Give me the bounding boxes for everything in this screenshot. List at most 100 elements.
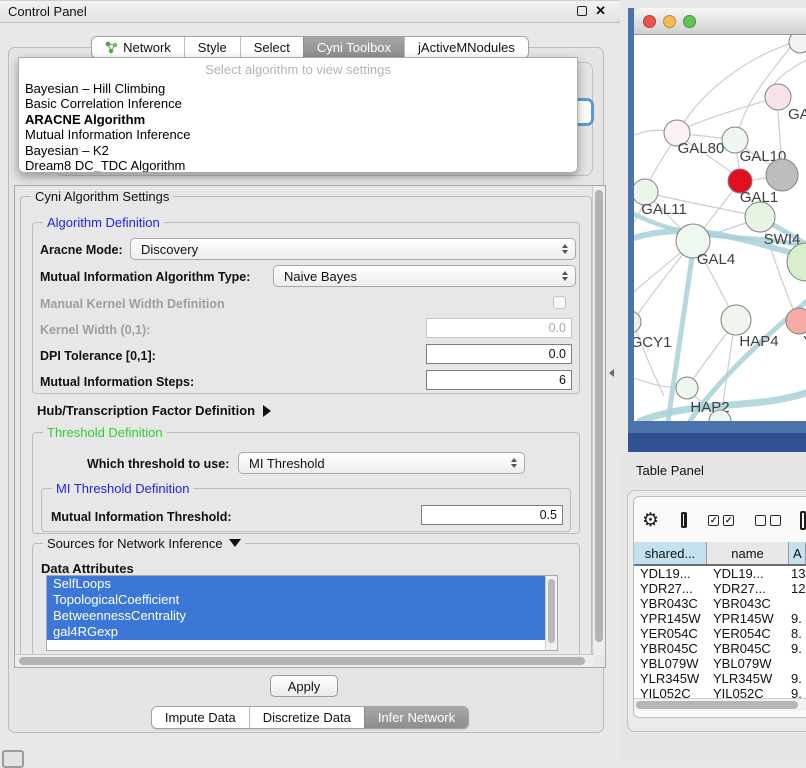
node-label: GAL11 bbox=[641, 201, 687, 218]
tab-select[interactable]: Select bbox=[240, 37, 303, 58]
node-table[interactable]: shared...nameA YDL19...YDL19...13YDR27..… bbox=[634, 542, 806, 698]
table-cell bbox=[789, 656, 806, 671]
tab-network[interactable]: Network bbox=[92, 37, 184, 58]
settings-vertical-scrollbar[interactable] bbox=[592, 186, 605, 655]
network-node-y[interactable] bbox=[786, 308, 806, 334]
close-window-icon[interactable] bbox=[643, 15, 656, 28]
dropdown-item[interactable]: Dream8 DC_TDC Algorithm bbox=[19, 158, 577, 173]
table-cell: 13 bbox=[789, 566, 806, 581]
float-panel-icon[interactable] bbox=[577, 6, 587, 16]
network-node[interactable] bbox=[766, 159, 798, 191]
mi-steps-input[interactable]: 6 bbox=[426, 370, 572, 390]
list-scrollbar[interactable] bbox=[545, 576, 557, 650]
dropdown-item-list: Bayesian – Hill ClimbingBasic Correlatio… bbox=[19, 81, 577, 173]
group-title: Algorithm Definition bbox=[43, 215, 164, 230]
dropdown-item[interactable]: Bayesian – Hill Climbing bbox=[19, 81, 577, 96]
table-cell: YIL052C bbox=[634, 686, 707, 698]
gear-icon[interactable]: ⚙ bbox=[642, 509, 659, 532]
combo-arrows-icon bbox=[562, 244, 568, 254]
data-attributes-list[interactable]: SelfLoopsTopologicalCoefficientBetweenne… bbox=[46, 575, 558, 651]
manual-kernel-label: Manual Kernel Width Definition bbox=[40, 297, 225, 311]
table-row[interactable]: YBR043CYBR043C bbox=[634, 596, 806, 611]
table-cell: YER054C bbox=[707, 626, 789, 641]
aracne-mode-select[interactable]: Discovery bbox=[130, 238, 576, 260]
document-icon[interactable] bbox=[800, 511, 806, 530]
table-row[interactable]: YLR345WYLR345W9. bbox=[634, 671, 806, 686]
dropdown-item[interactable]: Basic Correlation Inference bbox=[19, 96, 577, 111]
collapsed-arrow-icon bbox=[263, 405, 271, 417]
tab-discretize-data[interactable]: Discretize Data bbox=[249, 707, 364, 728]
dropdown-item[interactable]: Bayesian – K2 bbox=[19, 143, 577, 158]
data-attributes-label: Data Attributes bbox=[41, 561, 134, 576]
network-node-gcy1[interactable] bbox=[634, 311, 641, 333]
table-row[interactable]: YPR145WYPR145W9. bbox=[634, 611, 806, 626]
node-label: HAP4 bbox=[739, 333, 778, 350]
table-row[interactable]: YBL079WYBL079W bbox=[634, 656, 806, 671]
control-panel-header: Control Panel ✕ bbox=[0, 0, 620, 23]
node-label: GAL4 bbox=[697, 251, 735, 268]
attribute-list-item[interactable]: BetweennessCentrality bbox=[47, 608, 545, 624]
network-window-titlebar[interactable] bbox=[634, 8, 806, 35]
tab-style[interactable]: Style bbox=[184, 37, 240, 58]
network-node-swi4[interactable] bbox=[745, 202, 775, 232]
zoom-window-icon[interactable] bbox=[683, 15, 696, 28]
expanded-arrow-icon bbox=[229, 539, 241, 547]
select-all-icon[interactable]: ✓✓ bbox=[708, 515, 734, 526]
which-threshold-select[interactable]: MI Threshold bbox=[238, 452, 525, 474]
columns-icon[interactable] bbox=[681, 512, 687, 528]
node-label: SWI4 bbox=[764, 231, 801, 248]
attribute-list-item[interactable]: SelfLoops bbox=[47, 576, 545, 592]
minimize-window-icon[interactable] bbox=[663, 15, 676, 28]
attribute-list-item[interactable]: TopologicalCoefficient bbox=[47, 592, 545, 608]
desktop-background bbox=[628, 433, 806, 452]
deselect-all-icon[interactable] bbox=[755, 515, 781, 526]
table-column-header[interactable]: A bbox=[789, 542, 806, 564]
apply-button[interactable]: Apply bbox=[270, 675, 338, 697]
table-column-header[interactable]: shared... bbox=[634, 542, 707, 564]
mi-steps-label: Mutual Information Steps: bbox=[40, 375, 194, 389]
table-cell: YBR045C bbox=[634, 641, 707, 656]
network-node[interactable] bbox=[787, 243, 806, 281]
table-row[interactable]: YIL052CYIL052C9. bbox=[634, 686, 806, 698]
aracne-mode-label: Aracne Mode: bbox=[40, 243, 123, 257]
tab-cyni-toolbox[interactable]: Cyni Toolbox bbox=[303, 37, 404, 58]
manual-kernel-checkbox[interactable] bbox=[553, 296, 566, 309]
table-toolbar: ⚙ ✓✓ bbox=[634, 498, 806, 542]
close-icon[interactable]: ✕ bbox=[595, 4, 606, 18]
table-column-header[interactable]: name bbox=[707, 542, 789, 564]
table-panel-title: Table Panel bbox=[636, 463, 704, 478]
panel-divider-arrow[interactable] bbox=[609, 369, 614, 377]
table-row[interactable]: YDR27...YDR27...12 bbox=[634, 581, 806, 596]
tab-infer-network[interactable]: Infer Network bbox=[364, 707, 468, 728]
mi-threshold-input[interactable]: 0.5 bbox=[421, 505, 563, 525]
kernel-width-input[interactable]: 0.0 bbox=[426, 318, 572, 338]
sources-toggle[interactable]: Sources for Network Inference bbox=[43, 536, 245, 551]
mi-type-select[interactable]: Naive Bayes bbox=[273, 265, 576, 287]
table-cell: YLR345W bbox=[707, 671, 789, 686]
table-cell: YDR27... bbox=[634, 581, 707, 596]
dpi-tolerance-input[interactable]: 0.0 bbox=[426, 344, 572, 364]
table-cell bbox=[789, 596, 806, 611]
settings-horizontal-scrollbar[interactable] bbox=[15, 654, 594, 667]
hub-section-toggle[interactable]: Hub/Transcription Factor Definition bbox=[37, 403, 271, 418]
bottom-tabs: Impute Data Discretize Data Infer Networ… bbox=[0, 706, 620, 729]
dock-gadget-icon[interactable] bbox=[2, 750, 24, 768]
mi-type-label: Mutual Information Algorithm Type: bbox=[40, 270, 250, 284]
tab-jactivemnodules[interactable]: jActiveMNodules bbox=[404, 37, 528, 58]
table-cell: 8. bbox=[789, 626, 806, 641]
node-label: GAL80 bbox=[678, 140, 725, 157]
dropdown-item[interactable]: ARACNE Algorithm bbox=[19, 112, 577, 127]
table-row[interactable]: YBR045CYBR045C9. bbox=[634, 641, 806, 656]
attribute-list-item[interactable]: gal4RGexp bbox=[47, 624, 545, 640]
tab-impute-data[interactable]: Impute Data bbox=[152, 707, 249, 728]
network-node-hap2[interactable] bbox=[676, 377, 698, 399]
network-node-hap4[interactable] bbox=[721, 305, 751, 335]
table-row[interactable]: YER054CYER054C8. bbox=[634, 626, 806, 641]
dropdown-item[interactable]: Mutual Information Inference bbox=[19, 127, 577, 142]
network-canvas[interactable]: GALGAL80GAL10GAL1GAL11SWI4GAL4GCY1HAP4YH… bbox=[634, 35, 806, 421]
table-row[interactable]: YDL19...YDL19...13 bbox=[634, 566, 806, 581]
group-title: Cyni Algorithm Settings bbox=[31, 189, 173, 204]
network-node[interactable] bbox=[789, 35, 806, 53]
table-cell: YLR345W bbox=[634, 671, 707, 686]
table-horizontal-scrollbar[interactable] bbox=[634, 698, 806, 711]
